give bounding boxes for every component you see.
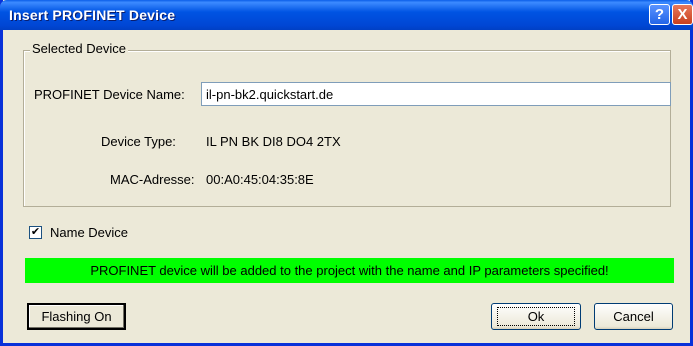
ok-button[interactable]: Ok xyxy=(491,303,581,330)
flashing-on-button[interactable]: Flashing On xyxy=(27,303,126,330)
device-type-value: IL PN BK DI8 DO4 2TX xyxy=(206,134,341,149)
title-bar[interactable]: Insert PROFINET Device ? X xyxy=(0,0,693,30)
device-name-input[interactable] xyxy=(201,82,671,106)
close-icon[interactable]: X xyxy=(672,4,693,25)
help-icon[interactable]: ? xyxy=(649,4,670,25)
name-device-checkbox[interactable]: ✔ xyxy=(29,226,42,239)
group-legend: Selected Device xyxy=(30,41,128,56)
status-message: PROFINET device will be added to the pro… xyxy=(90,263,609,278)
mac-address-label: MAC-Adresse: xyxy=(110,172,195,187)
device-name-label: PROFINET Device Name: xyxy=(34,87,185,102)
mac-address-value: 00:A0:45:04:35:8E xyxy=(206,172,314,187)
insert-profinet-device-dialog: Insert PROFINET Device ? X Selected Devi… xyxy=(0,0,693,346)
cancel-button[interactable]: Cancel xyxy=(594,303,673,330)
close-icon-glyph: X xyxy=(677,6,688,23)
help-icon-glyph: ? xyxy=(654,6,665,23)
checkmark-icon: ✔ xyxy=(30,226,41,238)
ok-button-label: Ok xyxy=(496,307,576,326)
device-type-label: Device Type: xyxy=(101,134,176,149)
status-message-bar: PROFINET device will be added to the pro… xyxy=(25,258,674,283)
window-title: Insert PROFINET Device xyxy=(9,7,176,23)
name-device-label[interactable]: Name Device xyxy=(50,225,128,240)
